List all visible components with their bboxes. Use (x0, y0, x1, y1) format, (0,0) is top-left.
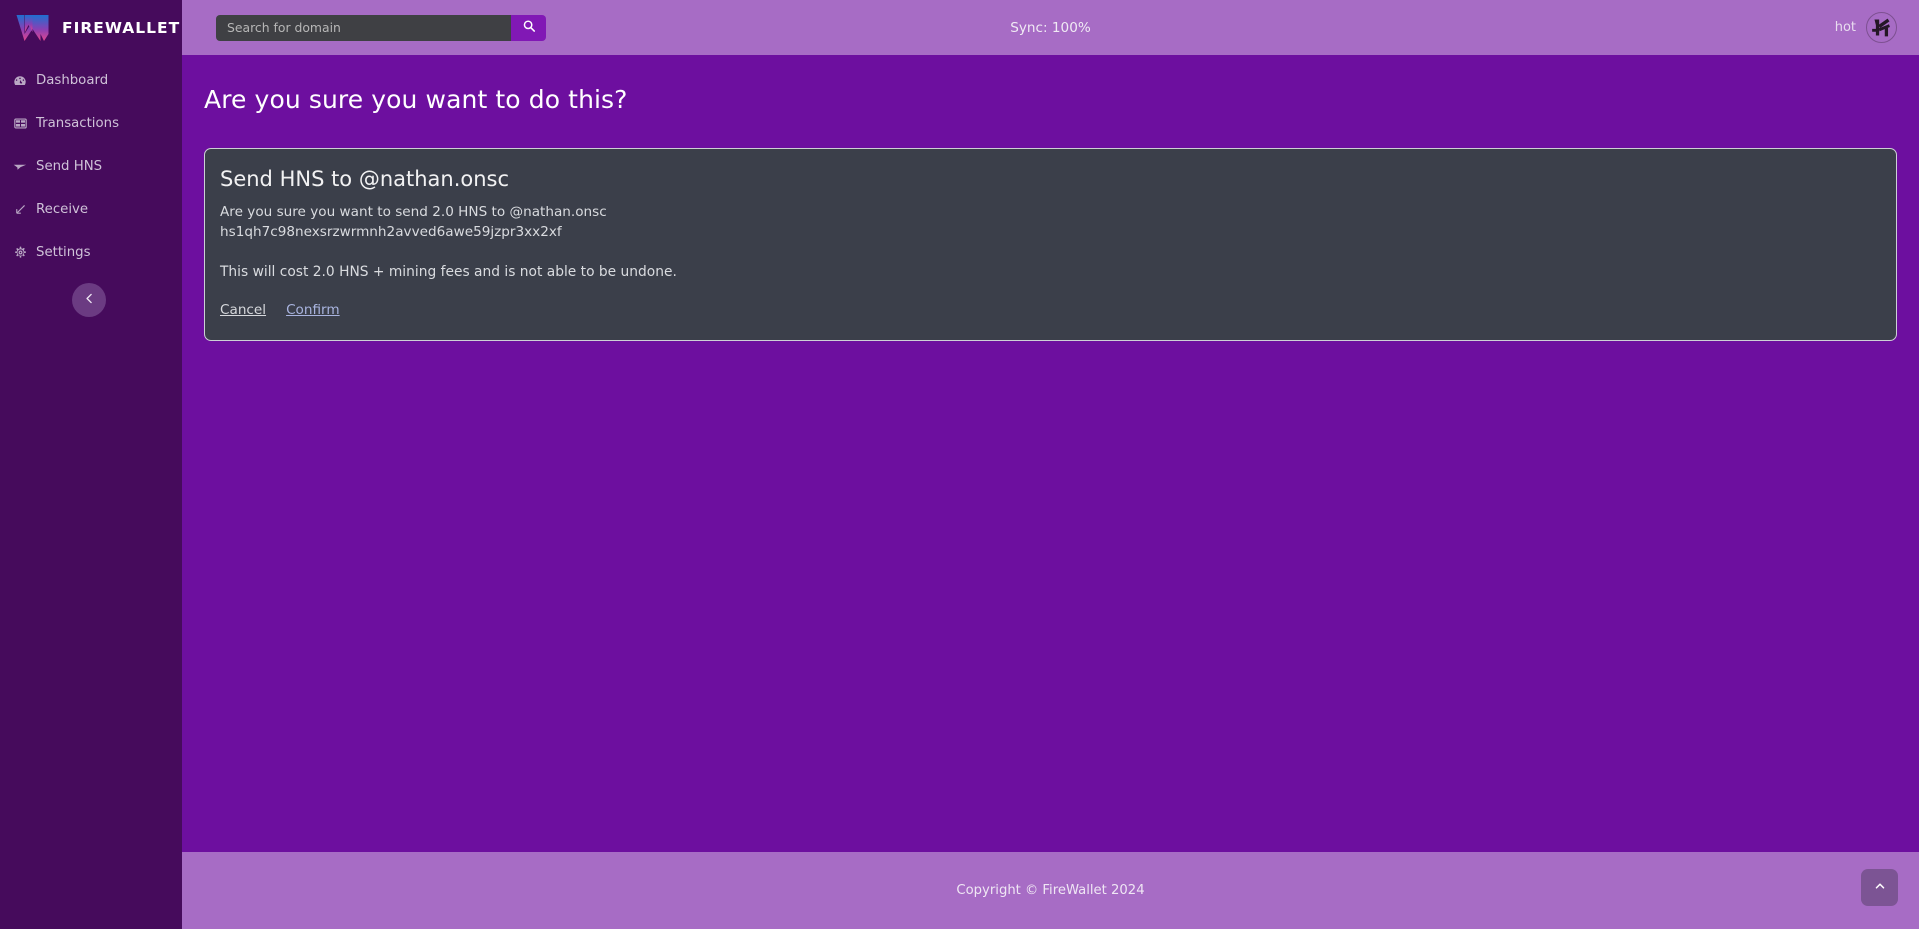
sidebar-item-label: Send HNS (36, 158, 103, 174)
brand[interactable]: FIREWALLET (0, 0, 182, 55)
wallet-name-label: hot (1834, 20, 1856, 35)
cost-note: This will cost 2.0 HNS + mining fees and… (220, 264, 677, 280)
sidebar-item-dashboard[interactable]: Dashboard (0, 68, 182, 93)
cancel-link[interactable]: Cancel (220, 302, 266, 318)
sidebar-item-label: Settings (36, 244, 91, 260)
card-actions: Cancel Confirm (220, 302, 1881, 318)
paper-plane-icon (13, 160, 27, 174)
card-title: Send HNS to @nathan.onsc (220, 167, 510, 191)
search-input[interactable] (216, 14, 511, 41)
sidebar-item-label: Receive (36, 201, 89, 217)
sidebar-item-label: Transactions (36, 115, 119, 131)
content-column: Sync: 100% hot (182, 0, 1919, 929)
avatar[interactable] (1866, 12, 1897, 43)
search-button[interactable] (511, 14, 546, 41)
recipient-address: hs1qh7c98nexsrzwrmnh2avved6awe59jzpr3xx2… (220, 224, 562, 240)
sidebar-item-receive[interactable]: Receive (0, 197, 182, 222)
sidebar-item-label: Dashboard (36, 72, 109, 88)
gear-icon (13, 246, 27, 260)
confirm-link[interactable]: Confirm (286, 302, 340, 318)
copyright-text: Copyright © FireWallet 2024 (956, 883, 1145, 898)
brand-name: FIREWALLET (62, 18, 181, 37)
sidebar-item-send-hns[interactable]: Send HNS (0, 154, 182, 179)
sidebar: FIREWALLET Dashboard Transactions Send H… (0, 0, 182, 929)
confirmation-card: Send HNS to @nathan.onsc Are you sure yo… (204, 148, 1897, 341)
table-grid-icon (13, 117, 27, 131)
sidebar-item-transactions[interactable]: Transactions (0, 111, 182, 136)
search-bar (216, 14, 546, 41)
search-icon (522, 19, 536, 36)
top-header: Sync: 100% hot (182, 0, 1919, 55)
sidebar-item-settings[interactable]: Settings (0, 240, 182, 265)
card-description-line: Are you sure you want to send 2.0 HNS to… (220, 204, 607, 220)
firewallet-w-logo-icon (16, 14, 49, 42)
sidebar-collapse-button[interactable] (72, 283, 106, 317)
main-content: Are you sure you want to do this? Send H… (182, 55, 1919, 852)
app-root: FIREWALLET Dashboard Transactions Send H… (0, 0, 1919, 929)
page-title: Are you sure you want to do this? (204, 85, 628, 114)
arrow-down-left-icon (13, 203, 27, 217)
speedometer-icon (13, 74, 27, 88)
footer: Copyright © FireWallet 2024 (182, 852, 1919, 929)
scroll-to-top-button[interactable] (1861, 869, 1898, 906)
chevron-left-icon (83, 292, 96, 308)
sidebar-nav: Dashboard Transactions Send HNS Receive … (0, 55, 182, 283)
chevron-up-icon (1873, 879, 1887, 896)
header-account: hot (1835, 12, 1897, 43)
